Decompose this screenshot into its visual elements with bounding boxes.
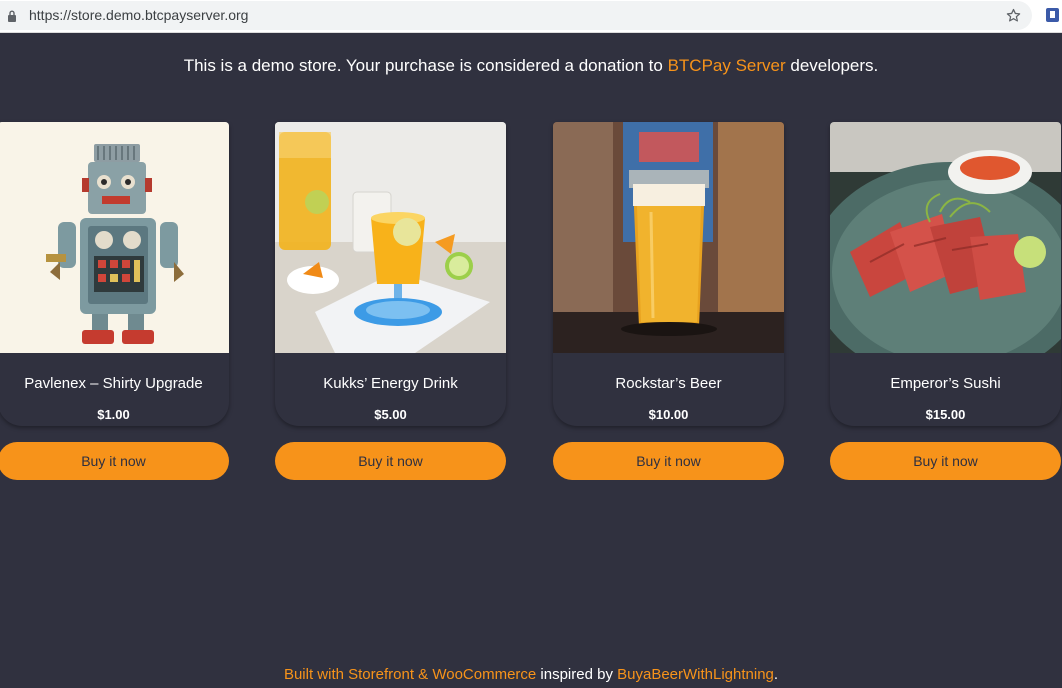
address-bar[interactable]: https://store.demo.btcpayserver.org: [0, 1, 1032, 30]
product-card[interactable]: Kukks’ Energy Drink $5.00: [275, 122, 506, 426]
url-text[interactable]: https://store.demo.btcpayserver.org: [29, 7, 248, 23]
product-card[interactable]: Emperor’s Sushi $15.00: [830, 122, 1061, 426]
product-price: $15.00: [925, 407, 966, 422]
product-image[interactable]: [0, 122, 229, 353]
energy-drink-image: [275, 122, 506, 353]
site-footer: Built with Storefront & WooCommerce insp…: [0, 665, 1062, 685]
btcpay-server-link[interactable]: BTCPay Server: [668, 56, 786, 75]
buy-it-now-button[interactable]: Buy it now: [0, 442, 229, 480]
storefront-woocommerce-link[interactable]: Built with Storefront & WooCommerce: [284, 666, 536, 683]
product-price: $10.00: [648, 407, 689, 422]
buy-it-now-button[interactable]: Buy it now: [830, 442, 1061, 480]
buy-it-now-button[interactable]: Buy it now: [275, 442, 506, 480]
product-price: $1.00: [97, 407, 130, 422]
product-card[interactable]: Rockstar’s Beer $10.00: [553, 122, 784, 426]
sushi-image: [830, 122, 1061, 353]
demo-store-banner: This is a demo store. Your purchase is c…: [0, 53, 1062, 79]
bookmark-extension-icon[interactable]: [1046, 8, 1059, 22]
product-image[interactable]: [830, 122, 1061, 353]
product-price: $5.00: [374, 407, 407, 422]
footer-text: inspired by: [536, 666, 618, 683]
bookmark-star-icon[interactable]: [1005, 7, 1022, 24]
browser-toolbar: https://store.demo.btcpayserver.org: [0, 0, 1062, 33]
product-title[interactable]: Pavlenex – Shirty Upgrade: [0, 375, 229, 392]
robot-image: [0, 122, 229, 353]
product-title[interactable]: Kukks’ Energy Drink: [275, 375, 506, 392]
product-title[interactable]: Rockstar’s Beer: [553, 375, 784, 392]
beer-image: [553, 122, 784, 353]
product-card[interactable]: Pavlenex – Shirty Upgrade $1.00: [0, 122, 229, 426]
banner-text-end: developers.: [785, 56, 879, 75]
lock-icon: [8, 10, 16, 22]
buyabeerwithlightning-link[interactable]: BuyaBeerWithLightning: [617, 666, 774, 683]
banner-text: This is a demo store. Your purchase is c…: [183, 56, 668, 75]
product-image[interactable]: [275, 122, 506, 353]
product-title[interactable]: Emperor’s Sushi: [830, 375, 1061, 392]
buy-it-now-button[interactable]: Buy it now: [553, 442, 784, 480]
footer-period: .: [773, 666, 779, 683]
product-image[interactable]: [553, 122, 784, 353]
